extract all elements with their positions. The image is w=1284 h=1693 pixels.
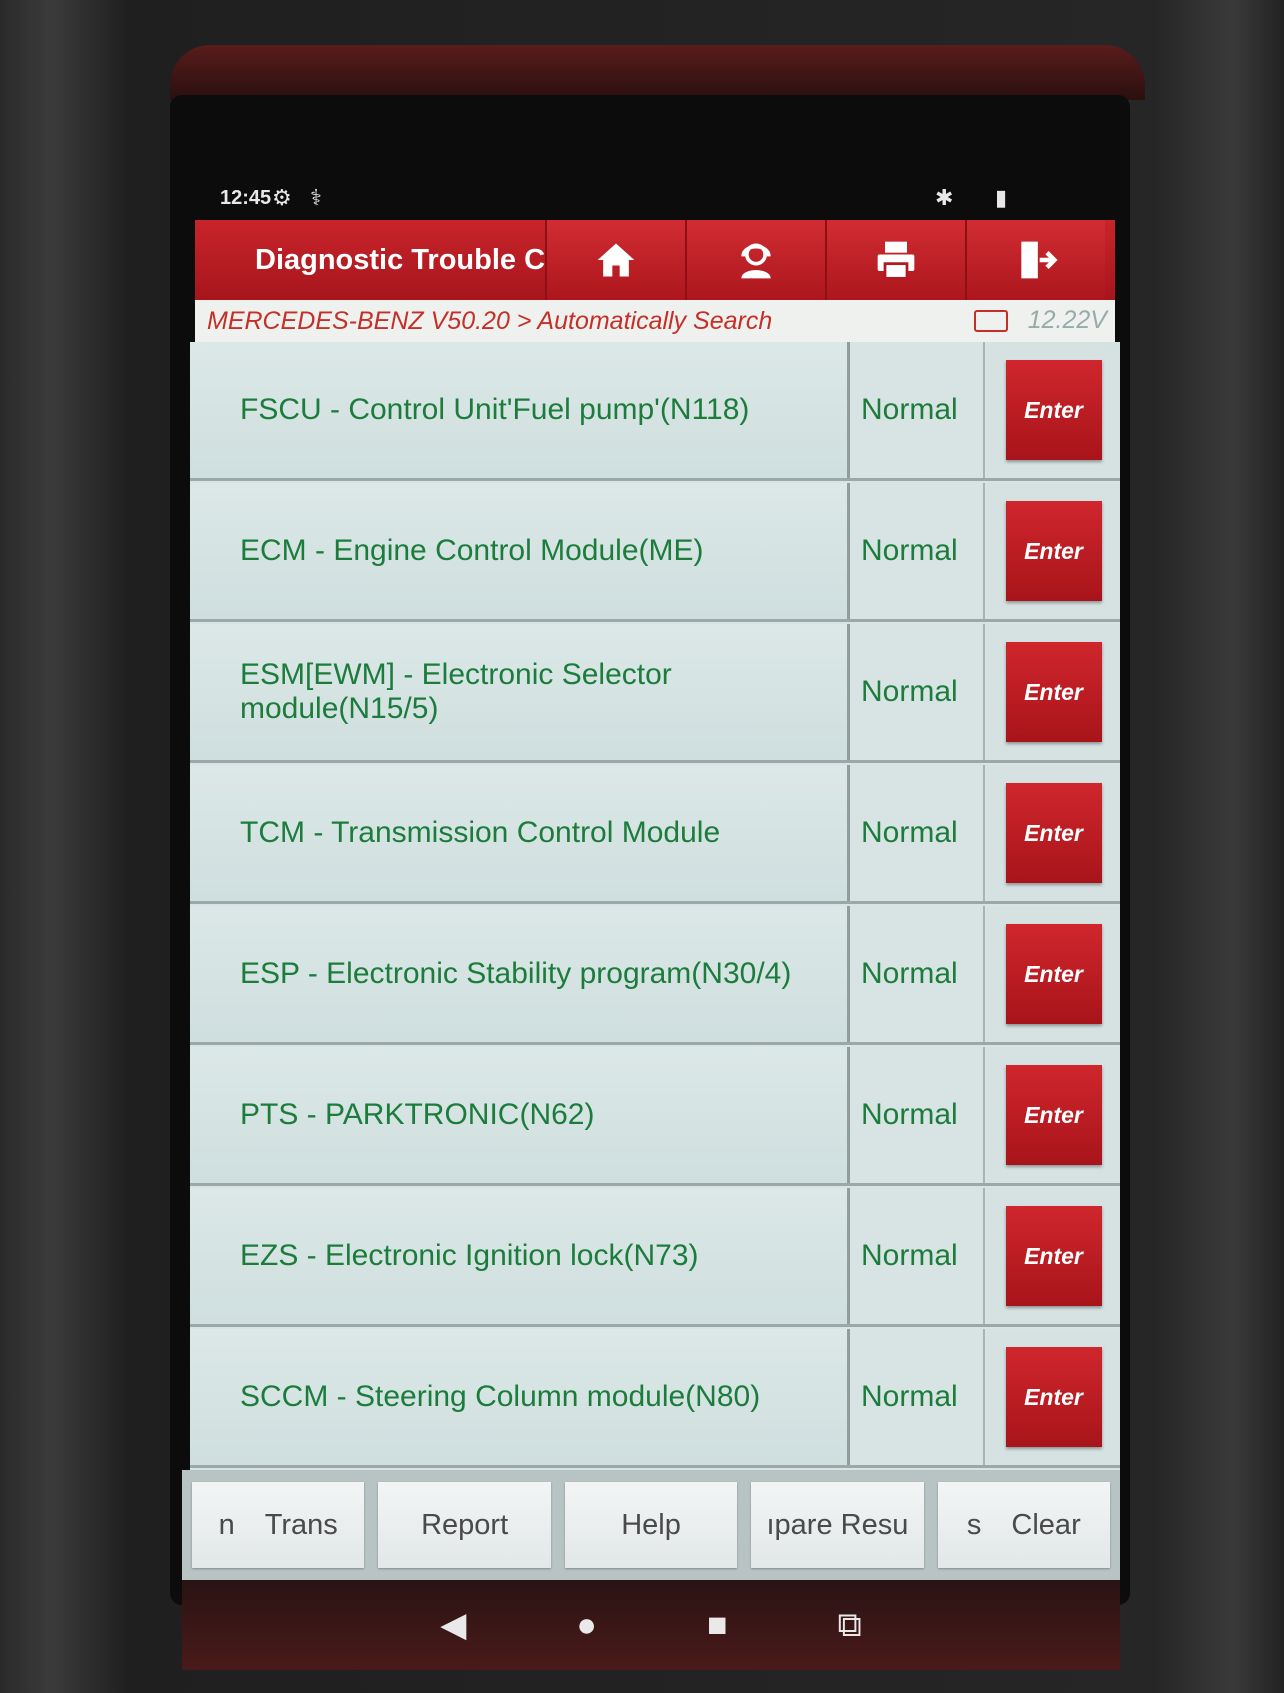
print-button[interactable] xyxy=(825,220,965,300)
module-status: Normal xyxy=(853,1188,985,1324)
module-status: Normal xyxy=(853,483,985,619)
enter-button[interactable]: Enter xyxy=(1005,783,1102,883)
list-item: PTS - PARKTRONIC(N62) Normal Enter xyxy=(190,1047,1120,1186)
list-item: ECM - Engine Control Module(ME) Normal E… xyxy=(190,483,1120,622)
trans-button-label: Trans xyxy=(264,1508,338,1541)
enter-button[interactable]: Enter xyxy=(1005,1206,1102,1306)
android-nav-bar: ◀ ● ■ ⧉ xyxy=(182,1580,1120,1670)
enter-button[interactable]: Enter xyxy=(1005,924,1102,1024)
enter-button[interactable]: Enter xyxy=(1005,360,1102,460)
voltage-indicator: 12.22V xyxy=(973,306,1107,335)
enter-cell: Enter xyxy=(987,342,1120,478)
recents-icon[interactable]: ■ xyxy=(707,1606,728,1645)
page-title: Diagnostic Trouble C xyxy=(255,243,545,276)
enter-button[interactable]: Enter xyxy=(1005,642,1102,742)
list-item: SCCM - Steering Column module(N80) Norma… xyxy=(190,1329,1120,1468)
list-item: ESP - Electronic Stability program(N30/4… xyxy=(190,906,1120,1045)
module-status: Normal xyxy=(853,1047,985,1183)
list-item: TCM - Transmission Control Module Normal… xyxy=(190,765,1120,904)
module-name: ESM[EWM] - Electronic Selector module(N1… xyxy=(190,624,850,760)
screenshot-icon[interactable]: ⧉ xyxy=(837,1606,861,1645)
module-name: ESP - Electronic Stability program(N30/4… xyxy=(190,906,850,1042)
module-name: EZS - Electronic Ignition lock(N73) xyxy=(190,1188,850,1324)
exit-button[interactable] xyxy=(965,220,1105,300)
compare-results-button[interactable]: ıpare Resu xyxy=(751,1482,924,1568)
settings-status-icon: ⚙ xyxy=(272,185,292,210)
enter-cell: Enter xyxy=(987,765,1120,901)
app-header: Diagnostic Trouble C xyxy=(195,220,1115,300)
clear-button[interactable]: s Clear xyxy=(937,1482,1111,1568)
module-status: Normal xyxy=(853,342,985,478)
list-item: FSCU - Control Unit'Fuel pump'(N118) Nor… xyxy=(190,342,1120,481)
list-item: ESM[EWM] - Electronic Selector module(N1… xyxy=(190,624,1120,763)
enter-button[interactable]: Enter xyxy=(1005,1347,1102,1447)
trans-button-prefix: n xyxy=(218,1508,235,1541)
support-button[interactable] xyxy=(685,220,825,300)
enter-button[interactable]: Enter xyxy=(1005,501,1102,601)
home-circle-icon[interactable]: ● xyxy=(576,1606,597,1645)
module-status: Normal xyxy=(853,906,985,1042)
module-name: FSCU - Control Unit'Fuel pump'(N118) xyxy=(190,342,850,478)
enter-cell: Enter xyxy=(987,483,1120,619)
battery-status-icon: ▮ xyxy=(995,185,1008,210)
module-name: SCCM - Steering Column module(N80) xyxy=(190,1329,850,1465)
voltage-value: 12.22V xyxy=(1027,306,1107,334)
enter-cell: Enter xyxy=(987,1188,1120,1324)
module-name: ECM - Engine Control Module(ME) xyxy=(190,483,850,619)
module-name: PTS - PARKTRONIC(N62) xyxy=(190,1047,850,1183)
support-agent-icon xyxy=(741,243,771,279)
device-bezel xyxy=(170,45,1145,100)
usb-debug-icon: ⚕ xyxy=(310,185,322,210)
breadcrumb: MERCEDES-BENZ V50.20 > Automatically Sea… xyxy=(195,300,1115,342)
breadcrumb-path: MERCEDES-BENZ V50.20 > Automatically Sea… xyxy=(207,306,773,335)
car-battery-icon xyxy=(973,309,1008,332)
enter-cell: Enter xyxy=(987,1329,1120,1465)
module-status: Normal xyxy=(853,765,985,901)
module-list[interactable]: FSCU - Control Unit'Fuel pump'(N118) Nor… xyxy=(190,342,1120,1470)
trans-button[interactable]: n Trans xyxy=(192,1482,365,1568)
bottom-toolbar: n Trans Report Help ıpare Resu s Clear xyxy=(182,1470,1120,1580)
clear-button-label: Clear xyxy=(1011,1508,1081,1541)
report-button[interactable]: Report xyxy=(378,1482,551,1568)
enter-button[interactable]: Enter xyxy=(1005,1065,1102,1165)
module-status: Normal xyxy=(853,1329,985,1465)
clear-button-prefix: s xyxy=(966,1508,982,1541)
exit-icon xyxy=(1021,241,1058,279)
module-status: Normal xyxy=(853,624,985,760)
module-name: TCM - Transmission Control Module xyxy=(190,765,850,901)
tablet-device: 12:45 ⚙ ⚕ ✱ ▮ Diagnostic Trouble C MERCE… xyxy=(0,0,1284,1693)
back-icon[interactable]: ◀ xyxy=(440,1605,466,1645)
help-button[interactable]: Help xyxy=(564,1482,738,1568)
clock: 12:45 xyxy=(220,187,272,209)
status-bar: 12:45 ⚙ ⚕ ✱ ▮ xyxy=(210,185,1090,215)
print-icon xyxy=(877,241,915,280)
enter-cell: Enter xyxy=(987,906,1120,1042)
enter-cell: Enter xyxy=(987,624,1120,760)
bluetooth-icon: ✱ xyxy=(935,185,954,210)
home-button[interactable] xyxy=(545,220,685,300)
list-item: EZS - Electronic Ignition lock(N73) Norm… xyxy=(190,1188,1120,1327)
enter-cell: Enter xyxy=(987,1047,1120,1183)
home-icon xyxy=(597,243,635,277)
